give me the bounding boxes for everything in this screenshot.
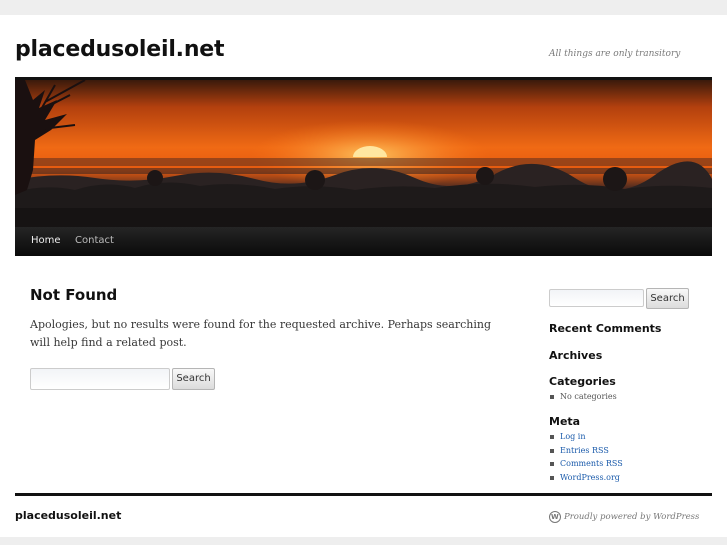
meta-comments-rss-link[interactable]: Comments RSS — [549, 457, 623, 471]
powered-by-link[interactable]: Proudly powered by WordPress — [549, 511, 699, 523]
meta-entries-rss-link[interactable]: Entries RSS — [549, 444, 623, 458]
footer-site-name[interactable]: placedusoleil.net — [15, 509, 121, 522]
main-navigation: Home Contact — [15, 227, 712, 256]
sidebar-search-input[interactable] — [549, 289, 644, 307]
category-item: No categories — [549, 390, 617, 404]
sidebar-search-button[interactable]: Search — [646, 288, 689, 309]
meta-heading: Meta — [549, 415, 581, 428]
meta-list: Log in Entries RSS Comments RSS WordPres… — [549, 430, 623, 484]
header-banner-image[interactable] — [15, 80, 712, 230]
meta-login-link[interactable]: Log in — [549, 430, 623, 444]
wordpress-icon — [549, 511, 561, 523]
powered-by-text: Proudly powered by WordPress — [564, 512, 700, 522]
site-title[interactable]: placedusoleil.net — [15, 37, 225, 62]
footer-divider — [15, 493, 712, 496]
page: placedusoleil.net All things are only tr… — [0, 15, 727, 537]
meta-wordpress-link[interactable]: WordPress.org — [549, 471, 623, 485]
nav-contact[interactable]: Contact — [75, 235, 114, 246]
page-title: Not Found — [30, 286, 118, 304]
nav-home[interactable]: Home — [31, 235, 61, 246]
categories-list: No categories — [549, 390, 617, 404]
not-found-message: Apologies, but no results were found for… — [30, 318, 492, 349]
categories-heading: Categories — [549, 375, 616, 388]
content-search-button[interactable]: Search — [172, 368, 215, 390]
archives-heading: Archives — [549, 349, 603, 362]
recent-comments-heading: Recent Comments — [549, 322, 662, 335]
site-tagline: All things are only transitory — [549, 49, 681, 59]
content-search-input[interactable] — [30, 368, 170, 390]
